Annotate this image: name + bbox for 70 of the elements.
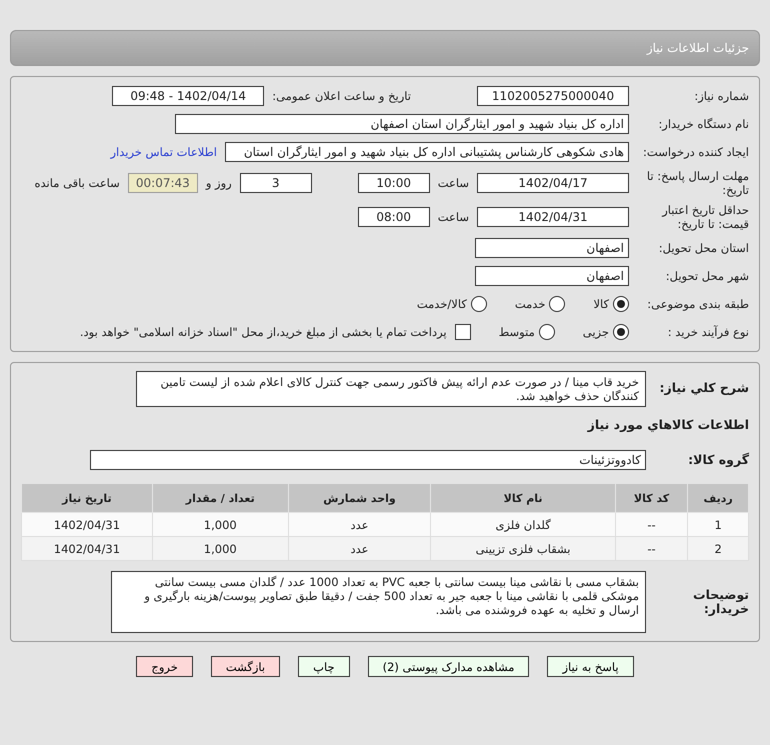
field-label: استان محل تحویل:: [658, 241, 749, 255]
column-header: نام کالا: [430, 484, 616, 512]
requester-field: هادی شکوهی کارشناس پشتیبانی اداره کل بنیاد شهید و امور ایثارگران استان: [225, 142, 629, 162]
checkbox[interactable]: [454, 324, 471, 340]
action-button[interactable]: بازگشت: [210, 656, 280, 677]
column-header: واحد شمارش: [288, 484, 431, 512]
radio-label: متوسط: [498, 325, 535, 339]
checkbox-label: پرداخت تمام یا بخشی از مبلغ خرید،از محل "اسناد خزانه اسلامی" خواهد بود.: [80, 325, 447, 339]
field-label: مهلت ارسال پاسخ: تا تاریخ:: [646, 169, 749, 197]
radio-label: جزیی: [582, 325, 609, 339]
radio-label: خدمت: [514, 297, 546, 311]
field-label: ساعت: [438, 210, 469, 224]
buyer-notes-text: بشقاب مسی با نقاشی مینا بیست سانتی با جعبه PVC به تعداد 1000 عدد / گلدان مسی بیست سانتی موشکی قلمی با نقاشی مینا با جعبه جیر به تعداد 500 جفت / دقیقا طبق تصاویر پیوست/هزینه بارگیری و ارسال و تخلیه به عهده فروشنده می باشد.: [111, 571, 646, 633]
radio-label: کالا: [593, 297, 609, 311]
radio-button[interactable]: [613, 324, 629, 340]
radio-button[interactable]: [549, 296, 566, 312]
field-label: نام دستگاه خریدار:: [657, 117, 749, 131]
buyer-contact-link[interactable]: اطلاعات تماس خریدار: [110, 145, 217, 159]
column-header: تعداد / مقدار: [152, 484, 288, 512]
field-label: شهر محل تحویل:: [664, 269, 749, 283]
table-cell: --: [615, 512, 688, 536]
field-label: ساعت: [438, 176, 469, 190]
table-cell: 1,000: [152, 512, 288, 536]
deadline-time-field: 10:00: [358, 173, 430, 193]
announce-date-field: 1402/04/14 - 09:48: [112, 86, 264, 106]
field-label: تاریخ و ساعت اعلان عمومی:: [272, 89, 411, 103]
table-cell: 1402/04/31: [22, 512, 152, 536]
field-label: نوع فرآیند خرید :: [666, 325, 749, 339]
radio-button[interactable]: [538, 324, 555, 340]
table-cell: 2: [688, 536, 748, 560]
table-cell: 1402/04/31: [22, 536, 152, 560]
validity-time-field: 08:00: [358, 207, 430, 227]
page-title: جزئیات اطلاعات نیاز: [646, 41, 749, 55]
radio-button[interactable]: [613, 296, 629, 312]
city-field: اصفهان: [475, 266, 629, 286]
column-header: ردیف: [688, 484, 748, 512]
field-label: گروه کالا:: [688, 452, 749, 467]
validity-date-field: 1402/04/31: [477, 207, 629, 227]
field-label: حداقل تاریخ اعتبار قیمت: تا تاریخ:: [660, 203, 749, 231]
province-field: اصفهان: [475, 238, 629, 258]
action-button[interactable]: چاپ: [298, 656, 350, 677]
action-button[interactable]: پاسخ به نیاز: [547, 656, 634, 677]
field-label: توضیحات خریدار:: [693, 587, 749, 616]
summary-text: خرید قاب مینا / در صورت عدم ارائه پیش فاکتور رسمی جهت کنترل کالای اعلام شده از لیست تامین کنندگان حذف خواهید شد.: [136, 371, 646, 407]
remaining-time-field: 00:07:43: [128, 173, 198, 193]
field-label: طبقه بندی موضوعی:: [646, 297, 749, 311]
section-heading: اطلاعات کالاهاي مورد نياز: [588, 416, 749, 432]
field-label: روز و: [206, 176, 232, 190]
field-label: شماره نیاز:: [693, 89, 749, 103]
field-label: ایجاد کننده درخواست:: [642, 145, 749, 159]
table-cell: عدد: [288, 512, 431, 536]
table-cell: بشقاب فلزی تزیینی: [430, 536, 616, 560]
action-button[interactable]: خروج: [136, 656, 193, 677]
days-field: 3: [240, 173, 312, 193]
deadline-date-field: 1402/04/17: [477, 173, 629, 193]
table-cell: 1: [688, 512, 748, 536]
field-label: شرح کلي نياز:: [660, 380, 749, 395]
action-button[interactable]: مشاهده مدارک پیوستی (2): [368, 656, 530, 677]
table-cell: --: [615, 536, 688, 560]
field-label: ساعت باقی مانده: [34, 176, 120, 190]
column-header: کد کالا: [615, 484, 688, 512]
table-cell: گلدان فلزی: [430, 512, 616, 536]
table-cell: عدد: [288, 536, 431, 560]
table-cell: 1,000: [152, 536, 288, 560]
goods-group-field: کادووتزئینات: [90, 450, 646, 470]
need-number-field: 1102005275000040: [477, 86, 629, 106]
column-header: تاریخ نیاز: [22, 484, 152, 512]
radio-label: کالا/خدمت: [416, 297, 467, 311]
radio-button[interactable]: [470, 296, 487, 312]
buyer-org-field: اداره کل بنیاد شهید و امور ایثارگران استان اصفهان: [175, 114, 629, 134]
